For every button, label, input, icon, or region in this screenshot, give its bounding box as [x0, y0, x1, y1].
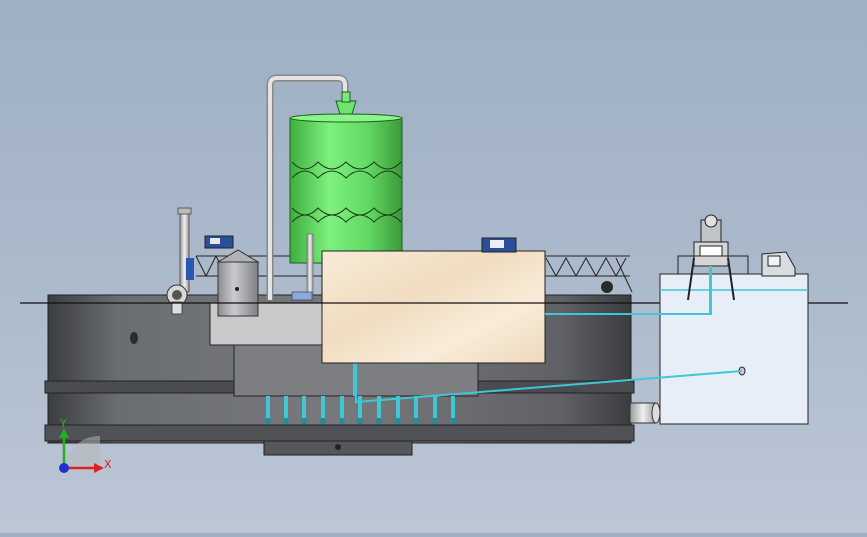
- triad-origin-icon: [59, 463, 69, 473]
- tank-port-icon: [130, 332, 138, 344]
- cad-viewport[interactable]: Y X: [0, 0, 867, 533]
- outlet-pipe[interactable]: [629, 402, 661, 424]
- dosing-silo[interactable]: [216, 249, 260, 317]
- x-axis-label: X: [104, 458, 112, 471]
- cad-model-view[interactable]: Y X: [0, 0, 867, 533]
- drain-icon: [335, 444, 341, 450]
- y-axis-label: Y: [59, 417, 67, 430]
- settling-box[interactable]: [321, 250, 546, 364]
